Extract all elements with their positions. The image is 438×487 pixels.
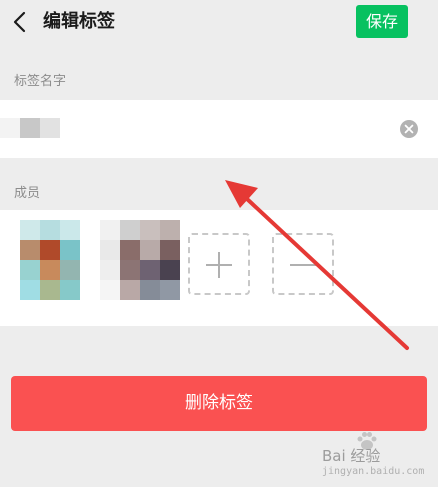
clear-icon[interactable] — [400, 120, 418, 138]
watermark-url: jingyan.baidu.com — [322, 466, 425, 477]
tag-name-section-label: 标签名字 — [14, 74, 67, 89]
back-arrow-icon[interactable] — [8, 8, 32, 36]
delete-tag-button[interactable]: 删除标签 — [11, 376, 427, 431]
add-member-button[interactable] — [188, 233, 250, 295]
remove-member-button[interactable] — [272, 233, 334, 295]
page-title: 编辑标签 — [43, 11, 115, 32]
member-avatar[interactable] — [20, 220, 80, 300]
tag-name-row — [0, 100, 438, 158]
watermark-text: Bai 经验 — [322, 447, 381, 465]
save-button[interactable]: 保存 — [356, 5, 408, 38]
header-bar: 编辑标签 保存 — [0, 0, 438, 44]
member-avatar[interactable] — [100, 220, 180, 300]
members-section-label: 成员 — [14, 186, 41, 201]
tag-name-input[interactable] — [0, 100, 395, 158]
